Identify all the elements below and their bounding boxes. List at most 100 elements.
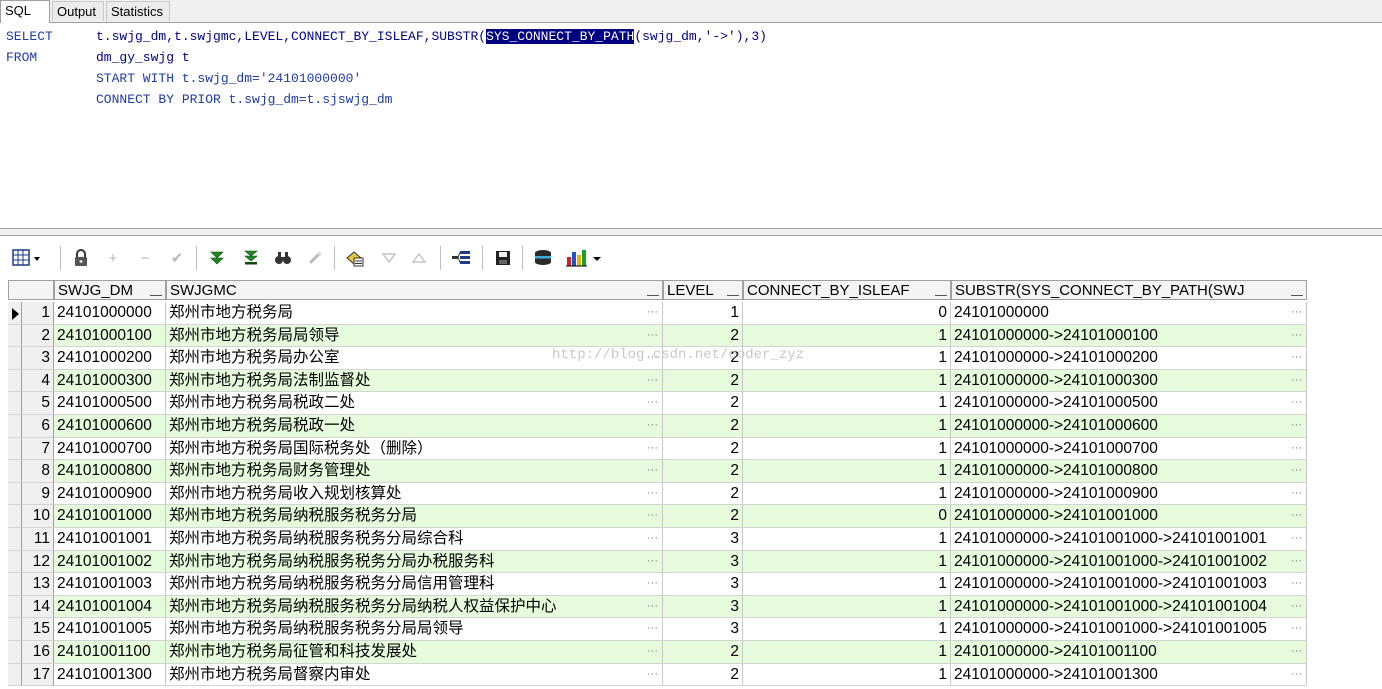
- cell-connect-by-isleaf[interactable]: 1: [743, 663, 951, 687]
- clear-icon[interactable]: [304, 247, 326, 269]
- cell-editor-button[interactable]: ···: [1291, 325, 1302, 346]
- row-indicator[interactable]: [8, 573, 22, 596]
- column-header-3[interactable]: LEVEL: [663, 280, 743, 300]
- row-number[interactable]: 17: [22, 663, 54, 687]
- cell-editor-button[interactable]: ···: [1291, 302, 1302, 323]
- cell-level[interactable]: 3: [663, 618, 743, 641]
- cell-editor-button[interactable]: ···: [1291, 460, 1302, 481]
- cell-editor-button[interactable]: ···: [647, 573, 658, 594]
- cell-swjgmc[interactable]: 郑州市地方税务局纳税服务税务分局 ···: [166, 505, 663, 528]
- find-icon[interactable]: [272, 247, 294, 269]
- cell-connect-by-isleaf[interactable]: 1: [743, 528, 951, 551]
- cell-level[interactable]: 2: [663, 663, 743, 687]
- cell-editor-button[interactable]: ···: [1291, 528, 1302, 549]
- cell-path[interactable]: 24101000000->24101000100 ···: [951, 324, 1307, 348]
- table-row[interactable]: 13 24101001003 郑州市地方税务局纳税服务税务分局信用管理科 ··· 3 1 2…: [8, 573, 1307, 596]
- tab-sql[interactable]: SQL: [0, 0, 50, 23]
- delete-record-icon[interactable]: −: [134, 247, 156, 269]
- row-number[interactable]: 4: [22, 369, 54, 393]
- cell-level[interactable]: 2: [663, 369, 743, 393]
- cell-connect-by-isleaf[interactable]: 1: [743, 415, 951, 438]
- cell-swjgmc[interactable]: 郑州市地方税务局纳税服务税务分局纳税人权益保护中心 ···: [166, 595, 663, 619]
- cell-path[interactable]: 24101000000->24101000200 ···: [951, 347, 1307, 370]
- cell-swjgmc[interactable]: 郑州市地方税务局纳税服务税务分局信用管理科 ···: [166, 573, 663, 596]
- single-record-view-icon[interactable]: [450, 247, 472, 269]
- filter-down-icon[interactable]: [378, 247, 400, 269]
- chart-icon[interactable]: [564, 247, 606, 269]
- cell-editor-button[interactable]: ···: [1291, 392, 1302, 413]
- table-row[interactable]: 6 24101000600 郑州市地方税务局税政一处 ··· 2 1 24101000000…: [8, 415, 1307, 438]
- cell-connect-by-isleaf[interactable]: 1: [743, 618, 951, 641]
- cell-path[interactable]: 24101000000 ···: [951, 302, 1307, 325]
- row-number[interactable]: 5: [22, 392, 54, 415]
- row-number[interactable]: 7: [22, 437, 54, 461]
- cell-swjg-dm[interactable]: 24101001004: [54, 595, 166, 619]
- cell-editor-button[interactable]: ···: [647, 302, 658, 323]
- row-number[interactable]: 11: [22, 528, 54, 551]
- fetch-next-icon[interactable]: [206, 247, 228, 269]
- cell-level[interactable]: 3: [663, 550, 743, 574]
- cell-editor-button[interactable]: ···: [647, 528, 658, 549]
- cell-swjg-dm[interactable]: 24101000700: [54, 437, 166, 461]
- tab-statistics[interactable]: Statistics: [106, 1, 170, 21]
- row-indicator[interactable]: [8, 482, 22, 506]
- cell-swjgmc[interactable]: 郑州市地方税务局收入规划核算处 ···: [166, 482, 663, 506]
- cell-swjgmc[interactable]: 郑州市地方税务局征管和科技发展处 ···: [166, 641, 663, 664]
- table-row[interactable]: 9 24101000900 郑州市地方税务局收入规划核算处 ··· 2 1 24101000…: [8, 482, 1307, 506]
- cell-connect-by-isleaf[interactable]: 1: [743, 482, 951, 506]
- cell-swjg-dm[interactable]: 24101001000: [54, 505, 166, 528]
- cell-swjgmc[interactable]: 郑州市地方税务局督察内审处 ···: [166, 663, 663, 687]
- row-indicator[interactable]: [8, 641, 22, 664]
- cell-editor-button[interactable]: ···: [647, 325, 658, 346]
- cell-level[interactable]: 3: [663, 528, 743, 551]
- cell-swjg-dm[interactable]: 24101000300: [54, 369, 166, 393]
- cell-path[interactable]: 24101000000->24101000500 ···: [951, 392, 1307, 415]
- cell-level[interactable]: 2: [663, 437, 743, 461]
- row-number[interactable]: 8: [22, 460, 54, 483]
- row-indicator[interactable]: [8, 415, 22, 438]
- cell-path[interactable]: 24101000000->24101000900 ···: [951, 482, 1307, 506]
- cell-path[interactable]: 24101000000->24101000800 ···: [951, 460, 1307, 483]
- row-indicator[interactable]: [8, 663, 22, 687]
- cell-swjg-dm[interactable]: 24101001002: [54, 550, 166, 574]
- cell-editor-button[interactable]: ···: [1291, 438, 1302, 459]
- cell-swjgmc[interactable]: 郑州市地方税务局财务管理处 ···: [166, 460, 663, 483]
- table-row[interactable]: 14 24101001004 郑州市地方税务局纳税服务税务分局纳税人权益保护中心 ··…: [8, 595, 1307, 619]
- cell-path[interactable]: 24101000000->24101001300 ···: [951, 663, 1307, 687]
- cell-editor-button[interactable]: ···: [647, 596, 658, 617]
- cell-level[interactable]: 1: [663, 302, 743, 325]
- row-number[interactable]: 3: [22, 347, 54, 370]
- cell-editor-button[interactable]: ···: [1291, 370, 1302, 391]
- cell-swjg-dm[interactable]: 24101001003: [54, 573, 166, 596]
- cell-swjgmc[interactable]: 郑州市地方税务局纳税服务税务分局综合科 ···: [166, 528, 663, 551]
- cell-swjg-dm[interactable]: 24101001300: [54, 663, 166, 687]
- row-indicator[interactable]: [8, 595, 22, 619]
- cell-path[interactable]: 24101000000->24101001100 ···: [951, 641, 1307, 664]
- cell-path[interactable]: 24101000000->24101001000->24101001005 ···: [951, 618, 1307, 641]
- cell-editor-button[interactable]: ···: [647, 483, 658, 504]
- cell-path[interactable]: 24101000000->24101000700 ···: [951, 437, 1307, 461]
- cell-path[interactable]: 24101000000->24101000600 ···: [951, 415, 1307, 438]
- cell-level[interactable]: 2: [663, 482, 743, 506]
- cell-connect-by-isleaf[interactable]: 0: [743, 505, 951, 528]
- cell-swjgmc[interactable]: 郑州市地方税务局纳税服务税务分局局领导 ···: [166, 618, 663, 641]
- cell-swjg-dm[interactable]: 24101000200: [54, 347, 166, 370]
- lock-icon[interactable]: [70, 247, 92, 269]
- cell-editor-button[interactable]: ···: [1291, 573, 1302, 594]
- cell-swjgmc[interactable]: 郑州市地方税务局 ···: [166, 302, 663, 325]
- row-indicator[interactable]: [8, 347, 22, 370]
- cell-level[interactable]: 2: [663, 415, 743, 438]
- query-by-example-icon[interactable]: [344, 247, 366, 269]
- cell-swjg-dm[interactable]: 24101000600: [54, 415, 166, 438]
- cell-swjgmc[interactable]: 郑州市地方税务局法制监督处 ···: [166, 369, 663, 393]
- filter-up-icon[interactable]: [408, 247, 430, 269]
- cell-level[interactable]: 2: [663, 324, 743, 348]
- cell-editor-button[interactable]: ···: [647, 460, 658, 481]
- cell-path[interactable]: 24101000000->24101001000->24101001003 ···: [951, 573, 1307, 596]
- cell-connect-by-isleaf[interactable]: 1: [743, 324, 951, 348]
- cell-editor-button[interactable]: ···: [647, 641, 658, 662]
- table-row[interactable]: 8 24101000800 郑州市地方税务局财务管理处 ··· 2 1 2410100000…: [8, 460, 1307, 483]
- column-header-1[interactable]: SWJG_DM: [54, 280, 166, 300]
- cell-connect-by-isleaf[interactable]: 1: [743, 392, 951, 415]
- grid-options-icon[interactable]: [10, 247, 44, 269]
